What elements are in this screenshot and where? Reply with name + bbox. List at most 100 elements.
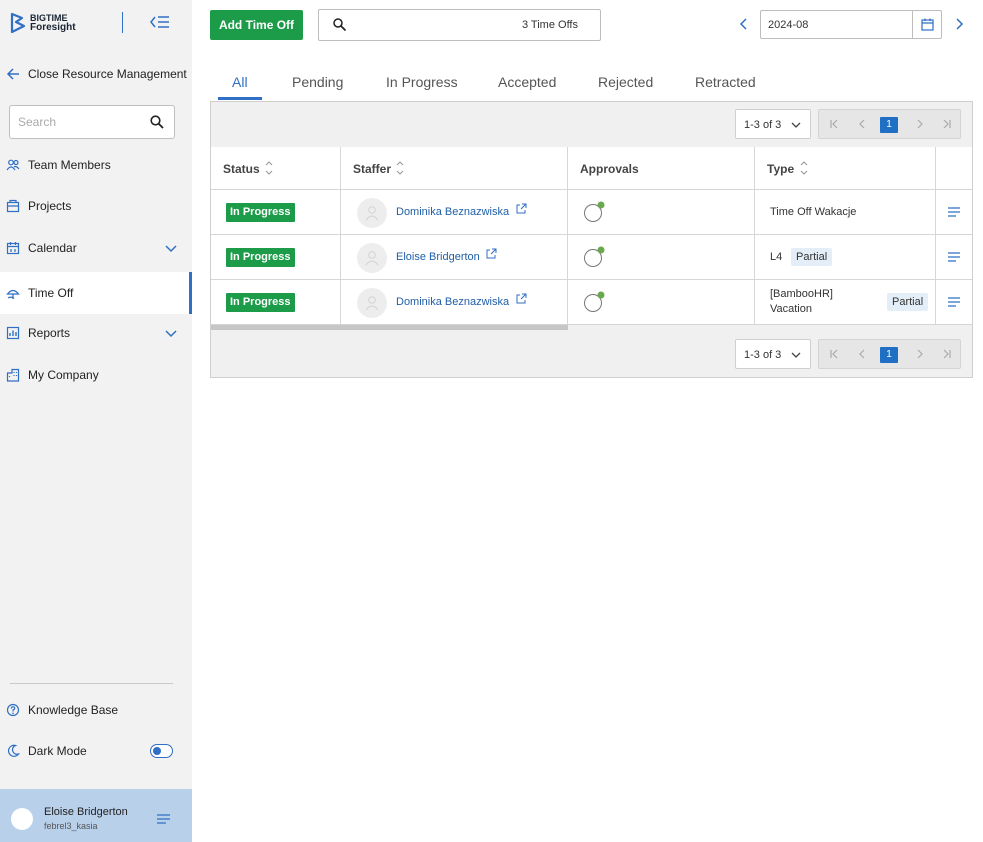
type-text: L4	[770, 251, 783, 263]
avatar	[357, 243, 387, 273]
next-page-icon[interactable]	[914, 118, 926, 130]
add-time-off-button[interactable]: Add Time Off	[210, 10, 303, 40]
table-header: Status Staffer Approvals Type	[211, 147, 972, 190]
staffer-link[interactable]: Eloise Bridgerton	[396, 251, 480, 263]
sidebar-divider	[10, 683, 173, 684]
approval-status-icon[interactable]	[583, 201, 605, 223]
column-label: Type	[767, 162, 795, 176]
dark-mode-toggle[interactable]	[150, 744, 173, 758]
sidebar-item-time-off[interactable]: Time Off	[0, 272, 192, 314]
collapse-sidebar-icon[interactable]	[150, 14, 170, 30]
row-menu-icon[interactable]	[948, 297, 960, 307]
month-picker[interactable]: 2024-08	[760, 10, 942, 39]
time-off-icon	[6, 289, 20, 299]
staffer-link[interactable]: Dominika Beznazwiska	[396, 296, 509, 308]
column-divider	[567, 147, 568, 325]
tab-rejected[interactable]: Rejected	[598, 74, 653, 90]
chevron-down-icon[interactable]	[164, 326, 178, 340]
user-icon	[365, 296, 379, 311]
type-text: Time Off Wakacje	[770, 206, 857, 218]
table-row[interactable]: In Progress Dominika Beznazwiska [Bamboo…	[211, 280, 972, 325]
previous-month-icon[interactable]	[737, 17, 751, 31]
team-icon	[6, 159, 20, 171]
staffer-link[interactable]: Dominika Beznazwiska	[396, 206, 509, 218]
sidebar-item-label: Calendar	[28, 241, 77, 255]
table-row[interactable]: In Progress Eloise Bridgerton L4 Partial	[211, 235, 972, 280]
sidebar-search-input[interactable]	[10, 106, 140, 138]
tab-pending[interactable]: Pending	[292, 74, 343, 90]
status-badge: In Progress	[226, 248, 295, 267]
first-page-icon[interactable]	[828, 118, 840, 130]
brand-line2: Foresight	[30, 22, 76, 33]
previous-page-icon[interactable]	[856, 118, 868, 130]
dark-mode-label: Dark Mode	[28, 744, 87, 758]
column-label: Approvals	[580, 162, 639, 176]
calendar-button[interactable]	[912, 11, 942, 38]
next-month-icon[interactable]	[952, 17, 966, 31]
approval-status-icon[interactable]	[583, 291, 605, 313]
column-approvals: Approvals	[568, 147, 755, 190]
column-divider	[754, 147, 755, 325]
tab-in-progress[interactable]: In Progress	[386, 74, 458, 90]
table-row[interactable]: In Progress Dominika Beznazwiska Time Of…	[211, 190, 972, 235]
brand-name: BIGTIME Foresight	[30, 13, 76, 33]
sidebar-item-label: Team Members	[28, 158, 111, 172]
external-link-icon[interactable]	[486, 248, 497, 259]
sort-icon[interactable]	[800, 160, 808, 176]
first-page-icon[interactable]	[828, 348, 840, 360]
horizontal-scrollbar[interactable]	[211, 325, 568, 330]
status-badge: In Progress	[226, 293, 295, 312]
sidebar-item-label: Time Off	[28, 286, 74, 300]
column-label: Staffer	[353, 162, 392, 176]
chevron-down-icon[interactable]	[164, 241, 178, 255]
last-page-icon[interactable]	[941, 348, 953, 360]
reports-icon	[6, 326, 20, 340]
previous-page-icon[interactable]	[856, 348, 868, 360]
active-tab-indicator	[218, 97, 262, 100]
next-page-icon[interactable]	[914, 348, 926, 360]
current-page[interactable]: 1	[880, 347, 898, 363]
external-link-icon[interactable]	[516, 203, 527, 214]
sort-icon[interactable]	[396, 160, 404, 176]
last-page-icon[interactable]	[941, 118, 953, 130]
column-divider	[935, 147, 936, 325]
tab-all[interactable]: All	[232, 74, 248, 90]
sidebar-item-team-members[interactable]: Team Members	[0, 144, 192, 186]
user-icon	[365, 206, 379, 221]
time-off-table: Status Staffer Approvals Type In Progres…	[211, 147, 972, 330]
search-icon[interactable]	[150, 115, 164, 129]
sidebar-item-reports[interactable]: Reports	[0, 312, 192, 354]
results-count: 3 Time Offs	[521, 19, 578, 31]
column-status[interactable]: Status	[211, 147, 341, 190]
user-profile[interactable]: Eloise Bridgerton febrel3_kasia	[0, 789, 192, 842]
row-menu-icon[interactable]	[948, 207, 960, 217]
sort-icon[interactable]	[265, 160, 273, 176]
sidebar: BIGTIME Foresight Close Resource Managem…	[0, 0, 192, 842]
user-username: febrel3_kasia	[44, 821, 98, 831]
current-page[interactable]: 1	[880, 117, 898, 133]
column-type[interactable]: Type	[755, 147, 936, 190]
page-size-select[interactable]: 1-3 of 3	[735, 109, 811, 139]
page-buttons: 1	[818, 339, 961, 369]
row-menu-icon[interactable]	[948, 252, 960, 262]
sidebar-item-projects[interactable]: Projects	[0, 185, 192, 227]
column-divider	[340, 147, 341, 325]
sidebar-item-my-company[interactable]: My Company	[0, 354, 192, 396]
sidebar-item-knowledge-base[interactable]: Knowledge Base	[0, 689, 192, 731]
external-link-icon[interactable]	[516, 293, 527, 304]
approval-status-icon[interactable]	[583, 246, 605, 268]
chevron-down-icon	[791, 352, 801, 358]
close-resource-management-link[interactable]: Close Resource Management	[6, 67, 187, 81]
sidebar-item-label: Projects	[28, 199, 72, 213]
column-staffer[interactable]: Staffer	[341, 147, 568, 190]
partial-tag: Partial	[791, 248, 833, 266]
tab-retracted[interactable]: Retracted	[695, 74, 756, 90]
menu-icon[interactable]	[157, 814, 170, 824]
time-off-search[interactable]: 3 Time Offs	[318, 9, 601, 41]
sidebar-search	[9, 105, 175, 139]
page-size-select[interactable]: 1-3 of 3	[735, 339, 811, 369]
sidebar-item-calendar[interactable]: Calendar	[0, 227, 192, 269]
back-label: Close Resource Management	[28, 67, 187, 81]
brand-logo[interactable]: BIGTIME Foresight	[10, 12, 76, 34]
tab-accepted[interactable]: Accepted	[498, 74, 556, 90]
